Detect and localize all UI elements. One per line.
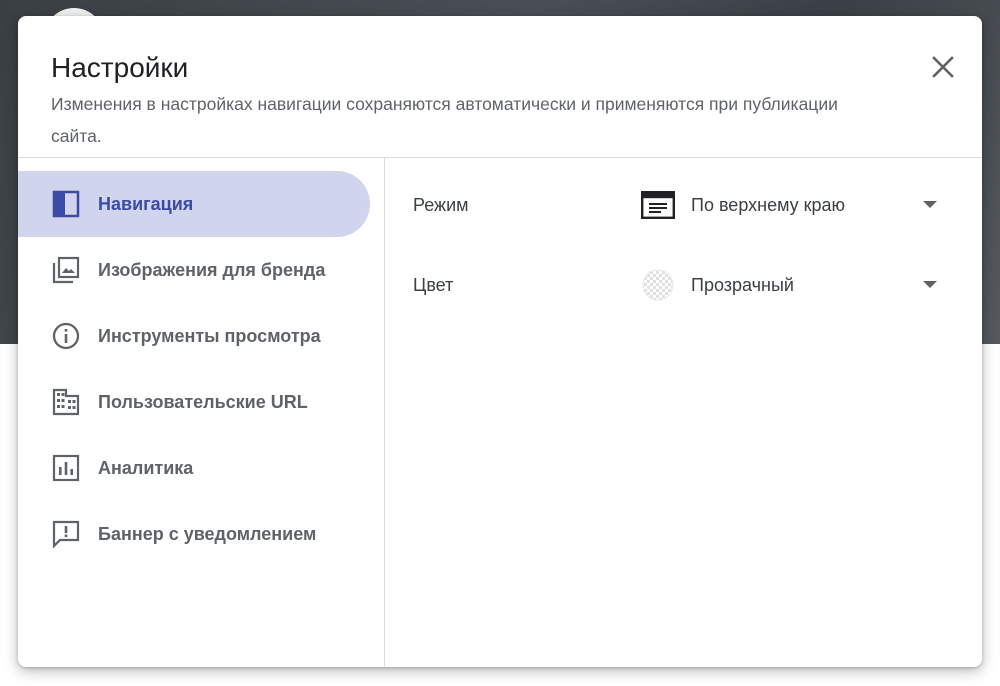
sidebar-item-custom-urls[interactable]: Пользовательские URL (18, 369, 370, 435)
settings-dialog: Настройки Изменения в настройках навигац… (18, 16, 982, 667)
sidebar-item-label: Пользовательские URL (98, 392, 308, 412)
dialog-title: Настройки (51, 52, 189, 83)
sidebar-item-label: Инструменты просмотра (98, 326, 321, 346)
sidebar-item-announcement-banner[interactable]: Баннер с уведомлением (18, 501, 370, 567)
sidebar-item-viewer-tools[interactable]: Инструменты просмотра (18, 303, 370, 369)
dropdown-arrow-icon (923, 201, 937, 208)
sidebar-item-label: Баннер с уведомлением (98, 524, 317, 544)
announcement-icon (52, 520, 80, 548)
navigation-panel-icon (52, 190, 80, 218)
sidebar-item-analytics[interactable]: Аналитика (18, 435, 370, 501)
image-icon (52, 256, 80, 284)
sidebar-item-label: Изображения для бренда (98, 260, 326, 280)
transparent-swatch-icon (641, 269, 675, 301)
dialog-subtitle: Изменения в настройках навигации сохраня… (51, 94, 838, 146)
mode-label: Режим (413, 195, 469, 215)
close-button[interactable] (924, 48, 962, 86)
color-select[interactable]: Прозрачный (635, 261, 955, 309)
mode-select[interactable]: По верхнему краю (635, 181, 955, 229)
dialog-header: Настройки Изменения в настройках навигац… (18, 16, 982, 158)
domain-icon (52, 388, 80, 416)
setting-row-color: Цвет Прозрачный (385, 255, 982, 315)
color-select-value: Прозрачный (691, 275, 794, 295)
top-navigation-icon (641, 189, 675, 221)
info-icon (52, 322, 80, 350)
color-label: Цвет (413, 275, 454, 295)
mode-select-value: По верхнему краю (691, 195, 846, 215)
sidebar-item-label: Аналитика (98, 458, 194, 478)
setting-row-mode: Режим По верхнему краю (385, 175, 982, 235)
sidebar-item-brand-images[interactable]: Изображения для бренда (18, 237, 370, 303)
settings-sidebar: Навигация Изображения для бренда Инструм… (18, 158, 385, 667)
analytics-icon (52, 454, 80, 482)
sidebar-item-navigation[interactable]: Навигация (18, 171, 370, 237)
dropdown-arrow-icon (923, 281, 937, 288)
settings-content: Режим По верхнему краю Цвет Прозрачный (385, 158, 982, 667)
sidebar-item-label: Навигация (98, 194, 194, 214)
close-icon (932, 56, 954, 78)
